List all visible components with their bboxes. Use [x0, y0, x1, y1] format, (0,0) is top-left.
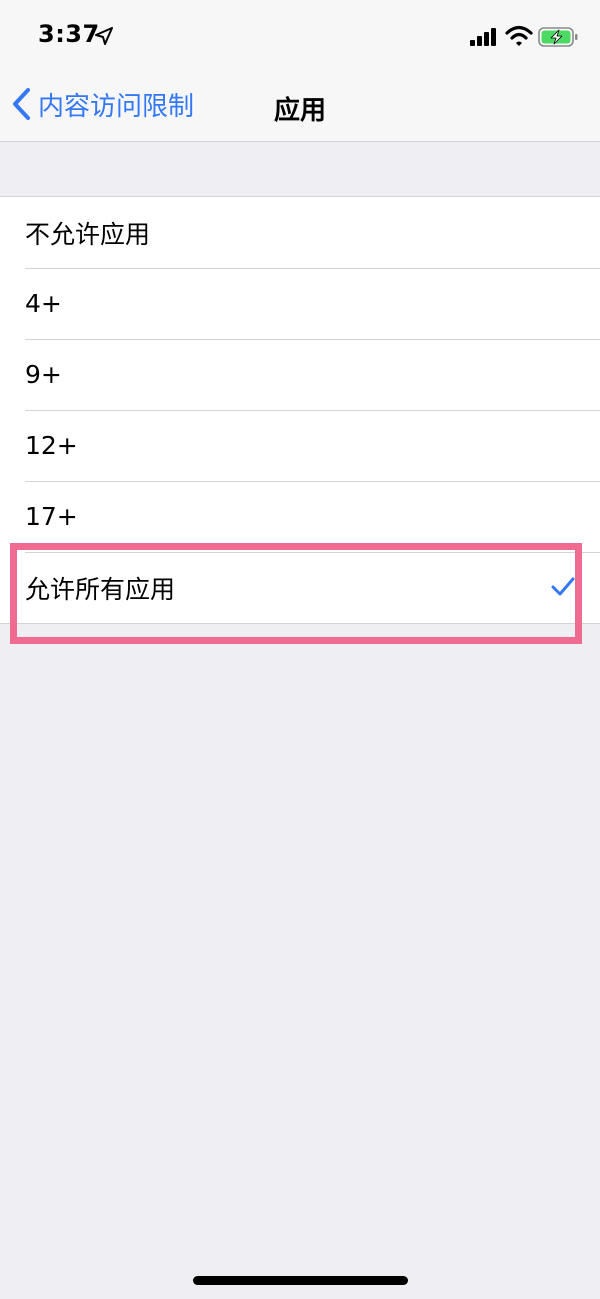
page-title: 应用 [273, 96, 326, 126]
status-bar: 3:37 [0, 0, 600, 70]
location-arrow-icon [95, 27, 113, 45]
option-label: 12+ [25, 431, 78, 460]
option-label: 4+ [25, 289, 62, 318]
option-row-all-apps[interactable]: 允许所有应用 [0, 552, 600, 623]
option-label: 17+ [25, 502, 78, 531]
home-indicator[interactable] [193, 1276, 408, 1285]
battery-charging-icon [538, 27, 578, 47]
option-row-17-plus[interactable]: 17+ [0, 481, 600, 552]
status-time: 3:37 [38, 20, 100, 48]
option-label: 允许所有应用 [25, 574, 176, 604]
option-row-4-plus[interactable]: 4+ [0, 268, 600, 339]
option-row-12-plus[interactable]: 12+ [0, 410, 600, 481]
checkmark-icon [551, 577, 575, 596]
navigation-bar: 内容访问限制 应用 [0, 70, 600, 142]
cellular-signal-icon [470, 28, 496, 46]
option-label: 不允许应用 [25, 219, 151, 249]
wifi-icon [505, 25, 533, 46]
app-rating-options-list: 不允许应用 4+ 9+ 12+ 17+ 允许所有应用 [0, 196, 600, 624]
option-label: 9+ [25, 360, 62, 389]
option-row-no-apps[interactable]: 不允许应用 [0, 197, 600, 268]
option-row-9-plus[interactable]: 9+ [0, 339, 600, 410]
